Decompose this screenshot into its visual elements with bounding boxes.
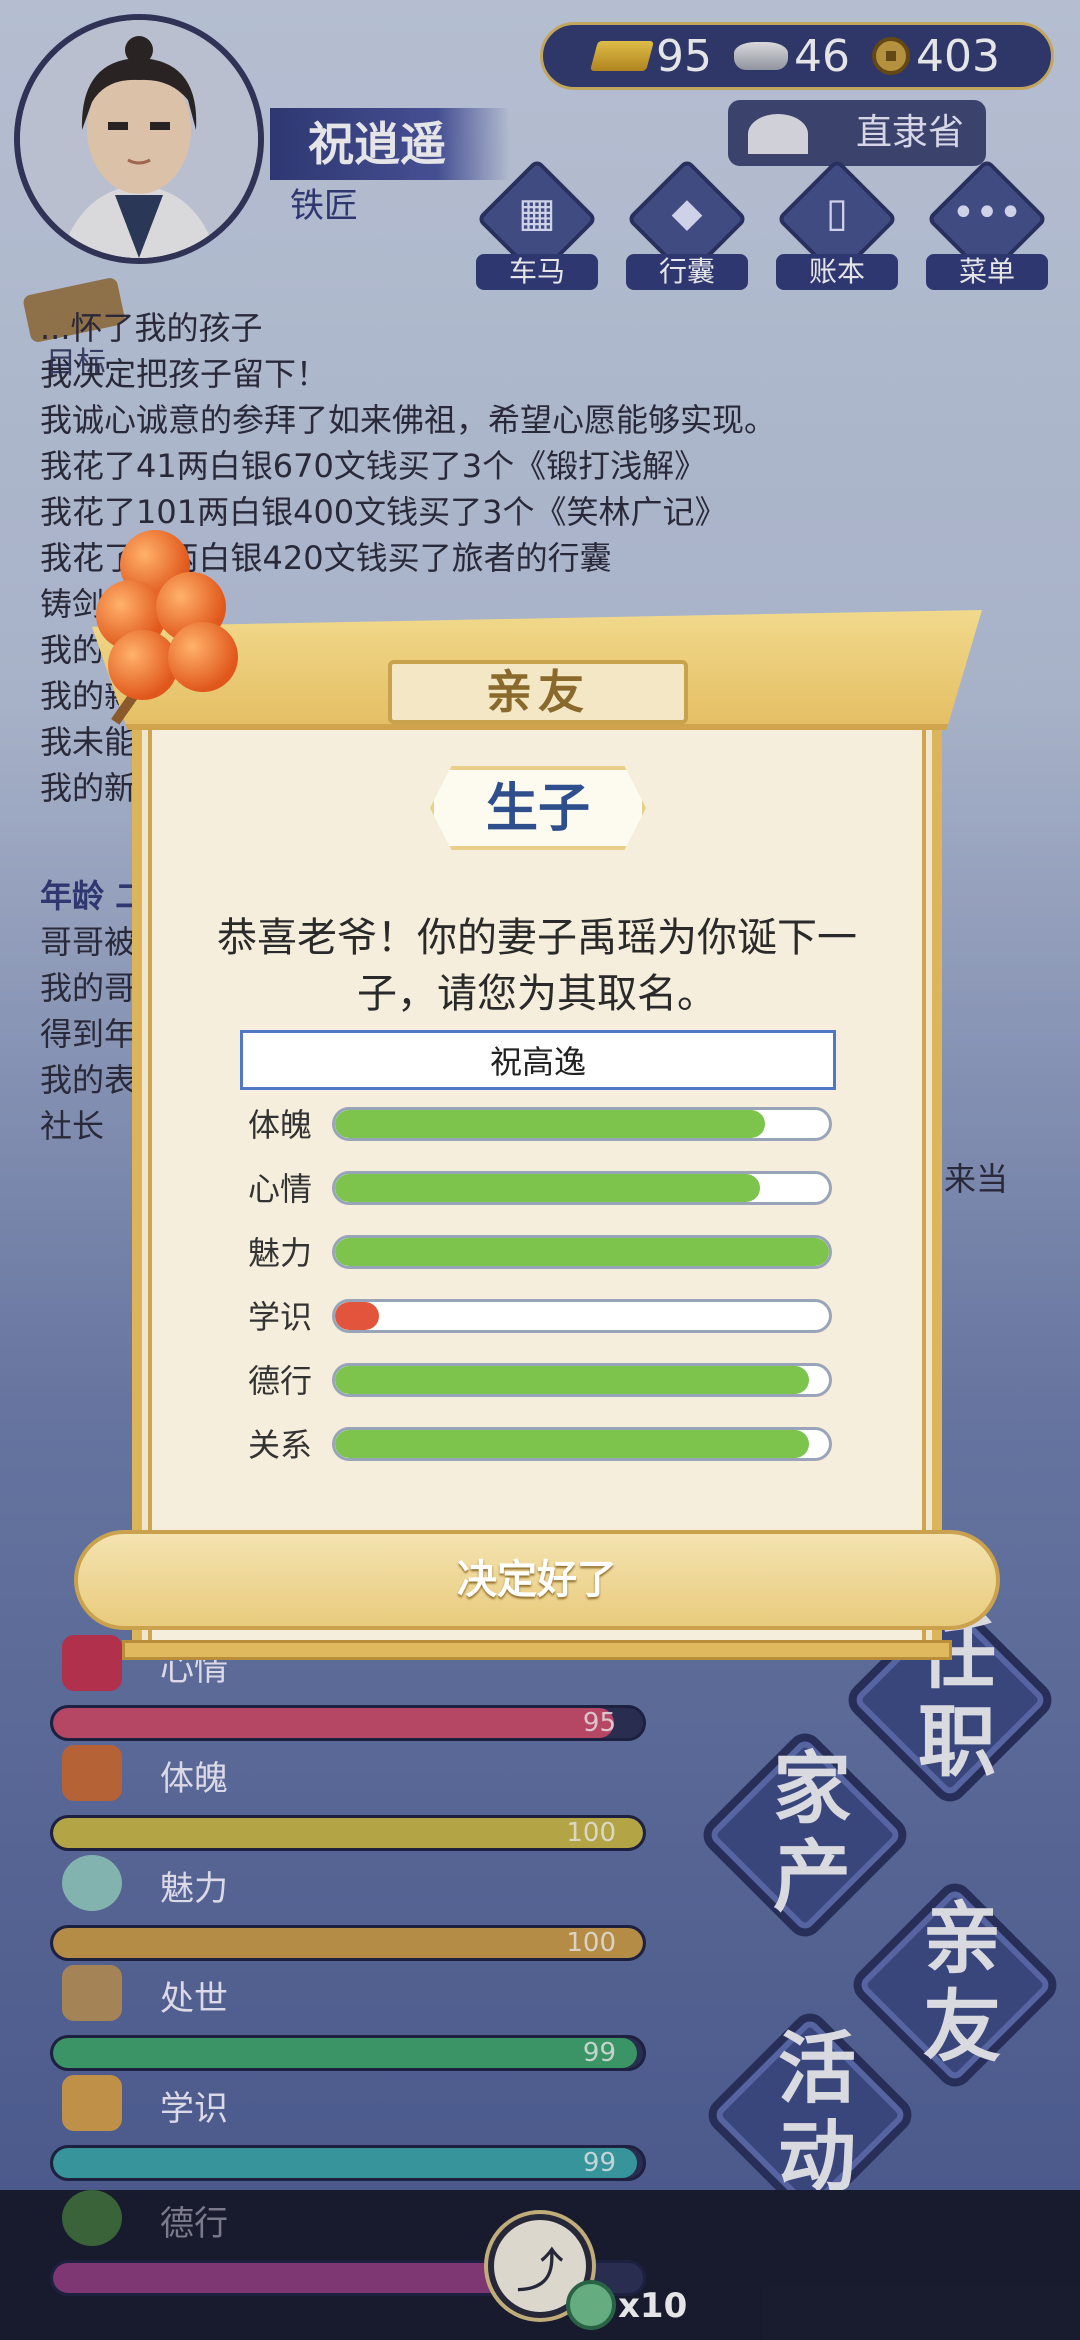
attr-label: 关系 (248, 1426, 313, 1464)
dialog-message: 恭喜老爷！你的妻子禹瑶为你诞下一子，请您为其取名。 (217, 915, 857, 1017)
attr-bar (332, 1235, 832, 1269)
confirm-button[interactable]: 决定好了 (74, 1530, 1000, 1630)
attr-row: 体魄 (248, 1105, 838, 1145)
dialog-footer (122, 1640, 952, 1660)
attr-label: 体魄 (248, 1106, 313, 1144)
attr-bar (332, 1107, 832, 1141)
attr-row: 魅力 (248, 1233, 838, 1273)
attr-row: 关系 (248, 1425, 838, 1465)
candied-haws-icon (96, 530, 296, 725)
attr-bar (332, 1299, 832, 1333)
birth-dialog: 亲友 生子 恭喜老爷！你的妻子禹瑶为你诞下一子，请您为其取名。 体魄 心情 魅力… (74, 600, 1000, 1660)
attr-row: 德行 (248, 1361, 838, 1401)
attr-row: 心情 (248, 1169, 838, 1209)
attr-bar (332, 1363, 832, 1397)
attr-label: 心情 (248, 1170, 313, 1208)
attr-bar (332, 1427, 832, 1461)
child-name-input[interactable] (240, 1030, 836, 1090)
attr-bar (332, 1171, 832, 1205)
attr-row: 学识 (248, 1297, 838, 1337)
attr-label: 德行 (248, 1362, 313, 1400)
dialog-title: 亲友 (388, 660, 688, 724)
attr-label: 学识 (248, 1298, 313, 1336)
attr-label: 魅力 (248, 1234, 313, 1272)
dialog-subtitle: 生子 (430, 766, 646, 850)
